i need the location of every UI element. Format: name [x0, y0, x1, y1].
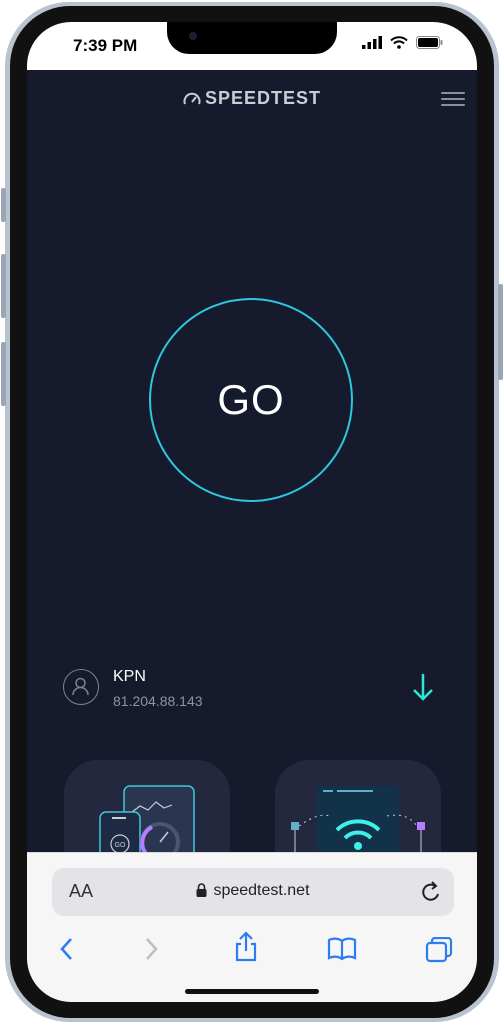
volume-down-button	[1, 342, 6, 406]
provider-info: KPN 81.204.88.143	[61, 666, 451, 722]
go-button[interactable]: GO	[149, 298, 353, 502]
home-indicator	[185, 989, 319, 994]
reload-icon[interactable]	[420, 880, 442, 904]
bookmarks-icon[interactable]	[327, 937, 357, 961]
forward-icon[interactable]	[145, 937, 159, 961]
volume-up-button	[1, 254, 6, 318]
hamburger-menu-icon[interactable]	[441, 88, 465, 108]
tabs-icon[interactable]	[425, 937, 453, 963]
signal-icon	[362, 36, 382, 49]
go-label: GO	[217, 376, 285, 423]
speedometer-icon	[183, 92, 201, 105]
safari-toolbar: AA speedtest.net	[27, 852, 477, 1002]
address-bar[interactable]: AA speedtest.net	[52, 868, 454, 916]
card-go-badge: GO	[115, 842, 126, 849]
mute-switch	[1, 188, 6, 222]
user-icon	[63, 669, 99, 705]
back-icon[interactable]	[59, 937, 73, 961]
url-text: speedtest.net	[213, 882, 310, 899]
camera	[189, 32, 197, 40]
logo-text: SPEEDTEST	[204, 88, 322, 108]
app-header: SPEEDTEST	[27, 70, 477, 128]
status-time: 7:39 PM	[73, 36, 138, 55]
status-icons	[362, 36, 443, 49]
isp-name: KPN	[113, 668, 146, 685]
notch	[167, 22, 337, 54]
status-bar: 7:39 PM	[27, 22, 477, 70]
ip-address: 81.204.88.143	[113, 693, 203, 709]
download-arrow-icon[interactable]	[411, 672, 435, 702]
screen: 7:39 PM SPEEDTEST GO KPN 81.204.88.143 G…	[27, 22, 477, 1002]
power-button	[498, 284, 503, 380]
safari-nav-bar	[27, 931, 477, 975]
url-field[interactable]: speedtest.net	[52, 882, 454, 900]
wifi-icon	[390, 36, 408, 49]
share-icon[interactable]	[233, 931, 259, 963]
lock-icon	[196, 883, 207, 897]
speedtest-logo[interactable]: SPEEDTEST	[27, 88, 477, 109]
battery-icon	[416, 36, 443, 49]
